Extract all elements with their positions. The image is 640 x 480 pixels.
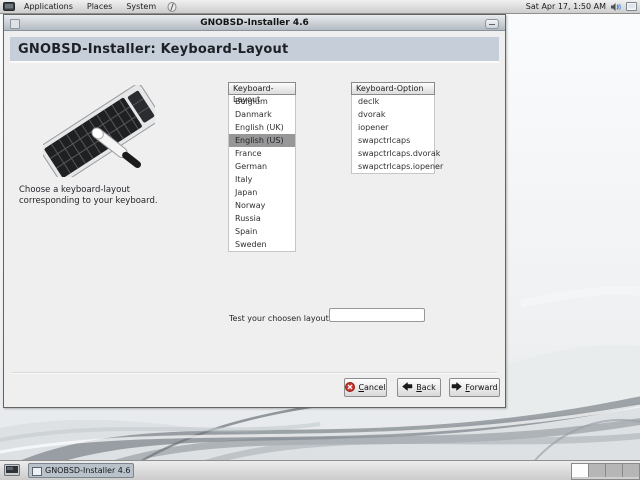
forward-button[interactable]: Forward bbox=[449, 378, 500, 397]
menu-system[interactable]: System bbox=[119, 0, 163, 13]
list-item[interactable]: German bbox=[229, 160, 295, 173]
test-layout-label: Test your choosen layout bbox=[229, 314, 329, 323]
workspace-cell[interactable] bbox=[623, 464, 639, 477]
list-item[interactable]: Belgium bbox=[229, 95, 295, 108]
back-button[interactable]: Back bbox=[397, 378, 441, 397]
forward-arrow-icon bbox=[451, 382, 462, 393]
menu-places[interactable]: Places bbox=[80, 0, 119, 13]
list-item[interactable]: Italy bbox=[229, 173, 295, 186]
list-item[interactable]: Spain bbox=[229, 225, 295, 238]
page-title: GNOBSD-Installer: Keyboard-Layout bbox=[18, 42, 288, 57]
list-item[interactable]: swapctrlcaps.iopener bbox=[352, 160, 434, 173]
workspace-cell[interactable] bbox=[606, 464, 623, 477]
cancel-button[interactable]: Cancel bbox=[344, 378, 387, 397]
cancel-icon bbox=[345, 382, 355, 394]
installer-window: GNOBSD-Installer 4.6 GNOBSD-Installer: K… bbox=[3, 14, 506, 408]
volume-icon[interactable] bbox=[610, 2, 622, 12]
list-item[interactable]: Danmark bbox=[229, 108, 295, 121]
keyboard-layout-list-header[interactable]: Keyboard-Layout bbox=[228, 82, 296, 95]
workspace-cell[interactable] bbox=[572, 464, 589, 477]
list-item[interactable]: declk bbox=[352, 95, 434, 108]
panel-launcher-icon[interactable] bbox=[167, 2, 177, 12]
display-settings-icon[interactable] bbox=[626, 2, 637, 12]
show-desktop-icon[interactable] bbox=[2, 463, 22, 479]
page-header: GNOBSD-Installer: Keyboard-Layout bbox=[10, 37, 499, 63]
keyboard-layout-list: Keyboard-Layout BelgiumDanmarkEnglish (U… bbox=[228, 82, 296, 252]
keyboard-test-input[interactable] bbox=[329, 308, 425, 322]
list-item[interactable]: Russia bbox=[229, 212, 295, 225]
back-arrow-icon bbox=[402, 382, 413, 393]
distro-logo-icon[interactable] bbox=[3, 2, 15, 12]
menu-applications[interactable]: Applications bbox=[17, 0, 80, 13]
minimize-button[interactable] bbox=[485, 19, 499, 29]
window-title: GNOBSD-Installer 4.6 bbox=[200, 18, 309, 28]
workspace-switcher bbox=[571, 463, 640, 480]
button-separator bbox=[12, 372, 497, 374]
list-item[interactable]: English (UK) bbox=[229, 121, 295, 134]
taskbar-window-button[interactable]: GNOBSD-Installer 4.6 bbox=[28, 463, 134, 478]
keyboard-option-list-items: declkdvorakiopenerswapctrlcapsswapctrlca… bbox=[351, 95, 435, 174]
list-item[interactable]: swapctrlcaps.dvorak bbox=[352, 147, 434, 160]
instruction-text: Choose a keyboard-layout corresponding t… bbox=[19, 185, 158, 207]
list-item[interactable]: France bbox=[229, 147, 295, 160]
task-window-icon bbox=[32, 461, 42, 480]
list-item[interactable]: Japan bbox=[229, 186, 295, 199]
top-panel: Applications Places System Sat Apr 17, 1… bbox=[0, 0, 640, 14]
window-menu-button[interactable] bbox=[10, 19, 20, 29]
keyboard-option-list: Keyboard-Option declkdvorakiopenerswapct… bbox=[351, 82, 435, 174]
list-item[interactable]: English (US) bbox=[229, 134, 295, 147]
keyboard-illustration bbox=[43, 85, 155, 177]
list-item[interactable]: iopener bbox=[352, 121, 434, 134]
panel-clock[interactable]: Sat Apr 17, 1:50 AM bbox=[526, 2, 606, 11]
keyboard-option-list-header[interactable]: Keyboard-Option bbox=[351, 82, 435, 95]
list-item[interactable]: Sweden bbox=[229, 238, 295, 251]
task-label: GNOBSD-Installer 4.6 bbox=[45, 466, 131, 475]
keyboard-layout-list-items: BelgiumDanmarkEnglish (UK)English (US)Fr… bbox=[228, 95, 296, 252]
taskbar: GNOBSD-Installer 4.6 bbox=[0, 460, 640, 480]
window-titlebar[interactable]: GNOBSD-Installer 4.6 bbox=[4, 15, 505, 31]
workspace-cell[interactable] bbox=[589, 464, 606, 477]
list-item[interactable]: dvorak bbox=[352, 108, 434, 121]
list-item[interactable]: swapctrlcaps bbox=[352, 134, 434, 147]
list-item[interactable]: Norway bbox=[229, 199, 295, 212]
